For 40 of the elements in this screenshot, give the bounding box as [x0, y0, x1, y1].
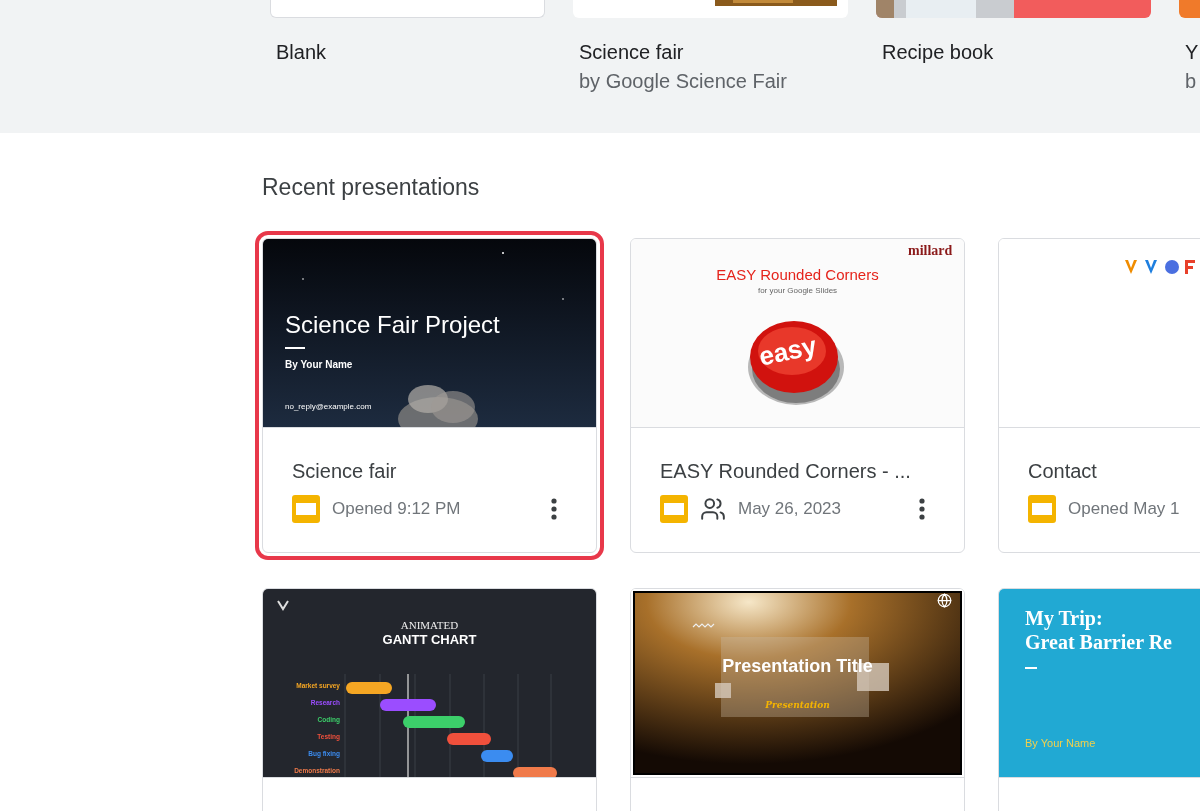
slides-icon	[292, 495, 320, 523]
file-card[interactable]: millard EASY Rounded Corners for your Google Slides easy EASY Rounded Corners - ... May 26, 2023	[630, 238, 965, 553]
slide-title: Science Fair Project	[285, 311, 500, 339]
file-card[interactable]: Contact Opened May 1	[998, 238, 1200, 553]
globe-icon	[937, 593, 952, 608]
slides-icon	[660, 495, 688, 523]
opened-date: Opened May 1	[1068, 499, 1181, 519]
slide-subtitle: for your Google Slides	[757, 287, 838, 296]
opened-date: May 26, 2023	[738, 499, 842, 519]
template-author: b	[1185, 69, 1197, 93]
divider-line	[285, 347, 305, 349]
logo-icon	[277, 600, 289, 611]
more-icon	[551, 498, 557, 520]
slide-title: EASY Rounded Corners	[716, 267, 879, 284]
file-title: EASY Rounded Corners - ...	[660, 459, 912, 483]
slide-author: By Your Name	[1025, 737, 1096, 750]
slide-title: GANTT CHART	[382, 633, 477, 648]
file-card[interactable]: Presentation Title Presentation	[630, 588, 965, 811]
slides-icon	[1028, 495, 1056, 523]
slide-email: no_reply@example.com	[285, 402, 372, 412]
slide-title: My Trip:	[1025, 607, 1103, 630]
slide-overline: ANIMATED	[400, 619, 459, 632]
file-title: Contact	[1028, 459, 1098, 483]
more-icon	[919, 498, 925, 520]
slide-title: Presentation Title	[721, 657, 874, 677]
template-title: Y	[1185, 40, 1199, 64]
template-title: Recipe book	[882, 40, 994, 64]
slide-author: By Your Name	[285, 359, 353, 371]
template-title: Science fair	[579, 40, 684, 64]
slide-subtitle: Great Barrier Re	[1025, 631, 1172, 654]
button-label: easy	[756, 331, 820, 373]
opened-date: Opened 9:12 PM	[332, 499, 462, 519]
section-heading: Recent presentations	[262, 173, 481, 201]
template-author: by Google Science Fair	[579, 69, 787, 93]
file-title: Science fair	[292, 459, 398, 483]
divider-line	[1025, 667, 1037, 669]
template-title: Blank	[276, 40, 327, 64]
slide-script: Presentation	[765, 701, 830, 711]
slide-logo: millard	[908, 243, 953, 260]
logo-icon	[1125, 259, 1195, 275]
